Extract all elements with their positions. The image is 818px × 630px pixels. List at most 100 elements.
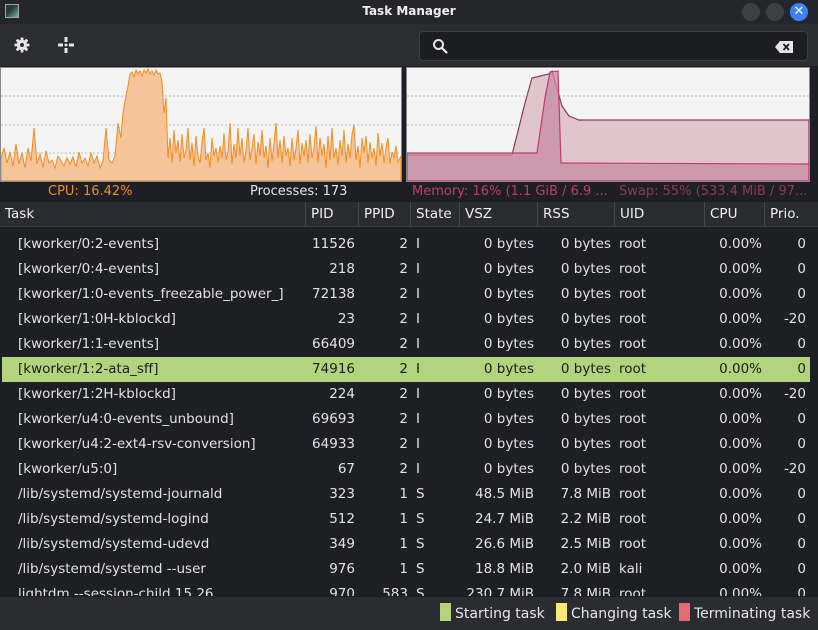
task-pid: 970	[329, 586, 355, 596]
search-icon	[433, 39, 448, 54]
memory-graph-plot	[407, 69, 809, 181]
task-state: S	[416, 536, 425, 552]
task-vsz: 0 bytes	[483, 336, 534, 352]
task-uid: kali	[619, 561, 643, 577]
task-name: [kworker/u4:0-events_unbound]	[18, 411, 234, 427]
task-cpu: 0.00%	[719, 461, 762, 477]
task-pid: 23	[337, 311, 355, 327]
task-vsz: 18.8 MiB	[474, 561, 534, 577]
table-row[interactable]: /lib/systemd/systemd-journald 323 1 S 48…	[0, 482, 818, 507]
cpu-usage-label: CPU: 16.42%	[48, 184, 133, 199]
table-row[interactable]: [kworker/0:4-events] 218 2 I 0 bytes 0 b…	[0, 257, 818, 282]
column-cpu[interactable]: CPU	[705, 202, 765, 227]
task-name: lightdm --session-child 15 26	[18, 586, 214, 596]
task-state: I	[416, 436, 420, 452]
search-input[interactable]	[456, 36, 766, 56]
task-state: S	[416, 486, 425, 502]
table-row[interactable]: [kworker/1:2H-kblockd] 224 2 I 0 bytes 0…	[0, 382, 818, 407]
select-window-button[interactable]	[56, 36, 76, 56]
column-vsz[interactable]: VSZ	[460, 202, 538, 227]
task-cpu: 0.00%	[719, 536, 762, 552]
task-state: I	[416, 311, 420, 327]
task-priority: 0	[797, 261, 806, 277]
task-cpu: 0.00%	[719, 486, 762, 502]
task-pid: 218	[329, 261, 355, 277]
minimize-button[interactable]	[742, 3, 760, 21]
task-ppid: 2	[399, 261, 408, 277]
task-cpu: 0.00%	[719, 361, 762, 377]
task-rss: 0 bytes	[560, 286, 611, 302]
table-row[interactable]: [kworker/1:1-events] 66409 2 I 0 bytes 0…	[0, 332, 818, 357]
maximize-button[interactable]	[766, 3, 784, 21]
task-rss: 0 bytes	[560, 361, 611, 377]
task-uid: root	[619, 511, 647, 527]
table-row[interactable]: /lib/systemd/systemd-logind 512 1 S 24.7…	[0, 507, 818, 532]
table-row[interactable]: [kworker/1:0-events_freezable_power_] 72…	[0, 282, 818, 307]
task-pid: 349	[329, 536, 355, 552]
task-ppid: 2	[399, 436, 408, 452]
task-cpu: 0.00%	[719, 436, 762, 452]
task-rss: 2.0 MiB	[560, 561, 611, 577]
column-rss[interactable]: RSS	[538, 202, 615, 227]
task-rss: 0 bytes	[560, 311, 611, 327]
clear-search-icon[interactable]	[775, 41, 793, 53]
task-vsz: 0 bytes	[483, 411, 534, 427]
search-box[interactable]	[419, 31, 808, 61]
column-priority[interactable]: Prio.	[765, 202, 818, 227]
task-uid: root	[619, 461, 647, 477]
column-task[interactable]: Task	[0, 202, 306, 227]
task-uid: root	[619, 386, 647, 402]
task-name: [kworker/u4:2-ext4-rsv-conversion]	[18, 436, 256, 452]
task-vsz: 26.6 MiB	[474, 536, 534, 552]
task-uid: root	[619, 411, 647, 427]
table-row[interactable]: lightdm --session-child 15 26 970 583 S …	[0, 582, 818, 596]
table-row[interactable]: [kworker/1:0H-kblockd] 23 2 I 0 bytes 0 …	[0, 307, 818, 332]
column-ppid[interactable]: PPID	[359, 202, 411, 227]
task-name: /lib/systemd/systemd-udevd	[18, 536, 210, 552]
task-ppid: 2	[399, 411, 408, 427]
task-vsz: 0 bytes	[483, 236, 534, 252]
task-list[interactable]: [kworker/0:2-events] 11526 2 I 0 bytes 0…	[0, 232, 818, 596]
column-uid[interactable]: UID	[615, 202, 705, 227]
stats-row: CPU: 16.42% Processes: 173 Memory: 16% (…	[0, 183, 818, 201]
task-ppid: 2	[399, 361, 408, 377]
close-button[interactable]: ✕	[790, 3, 808, 21]
table-row[interactable]: /lib/systemd/systemd --user 976 1 S 18.8…	[0, 557, 818, 582]
memory-usage-label: Memory: 16% (1.1 GiB / 6.9 ...	[412, 184, 608, 199]
task-vsz: 0 bytes	[483, 311, 534, 327]
task-cpu: 0.00%	[719, 236, 762, 252]
task-priority: 0	[797, 286, 806, 302]
task-pid: 66409	[312, 336, 355, 352]
column-state[interactable]: State	[411, 202, 460, 227]
settings-button[interactable]	[12, 36, 32, 56]
task-rss: 0 bytes	[560, 261, 611, 277]
task-priority: 0	[797, 536, 806, 552]
table-row[interactable]: [kworker/0:2-events] 11526 2 I 0 bytes 0…	[0, 232, 818, 257]
task-priority: 0	[797, 336, 806, 352]
task-ppid: 1	[399, 486, 408, 502]
task-cpu: 0.00%	[719, 261, 762, 277]
table-row-selected[interactable]: [kworker/1:2-ata_sff] 74916 2 I 0 bytes …	[2, 357, 810, 382]
table-row[interactable]: /lib/systemd/systemd-udevd 349 1 S 26.6 …	[0, 532, 818, 557]
task-vsz: 0 bytes	[483, 286, 534, 302]
task-vsz: 0 bytes	[483, 261, 534, 277]
task-rss: 0 bytes	[560, 336, 611, 352]
task-pid: 72138	[312, 286, 355, 302]
task-uid: root	[619, 311, 647, 327]
task-name: [kworker/1:0-events_freezable_power_]	[18, 286, 284, 302]
task-uid: root	[619, 286, 647, 302]
legend-starting: Starting task	[440, 603, 545, 623]
column-pid[interactable]: PID	[306, 202, 359, 227]
table-row[interactable]: [kworker/u4:0-events_unbound] 69693 2 I …	[0, 407, 818, 432]
title-bar: Task Manager ✕	[0, 0, 818, 24]
table-row[interactable]: [kworker/u5:0] 67 2 I 0 bytes 0 bytes ro…	[0, 457, 818, 482]
table-row[interactable]: [kworker/u4:2-ext4-rsv-conversion] 64933…	[0, 432, 818, 457]
task-ppid: 1	[399, 511, 408, 527]
crosshair-icon	[58, 37, 74, 53]
task-priority: 0	[797, 236, 806, 252]
task-vsz: 0 bytes	[483, 436, 534, 452]
task-ppid: 2	[399, 311, 408, 327]
task-pid: 11526	[312, 236, 355, 252]
task-cpu: 0.00%	[719, 411, 762, 427]
task-cpu: 0.00%	[719, 336, 762, 352]
